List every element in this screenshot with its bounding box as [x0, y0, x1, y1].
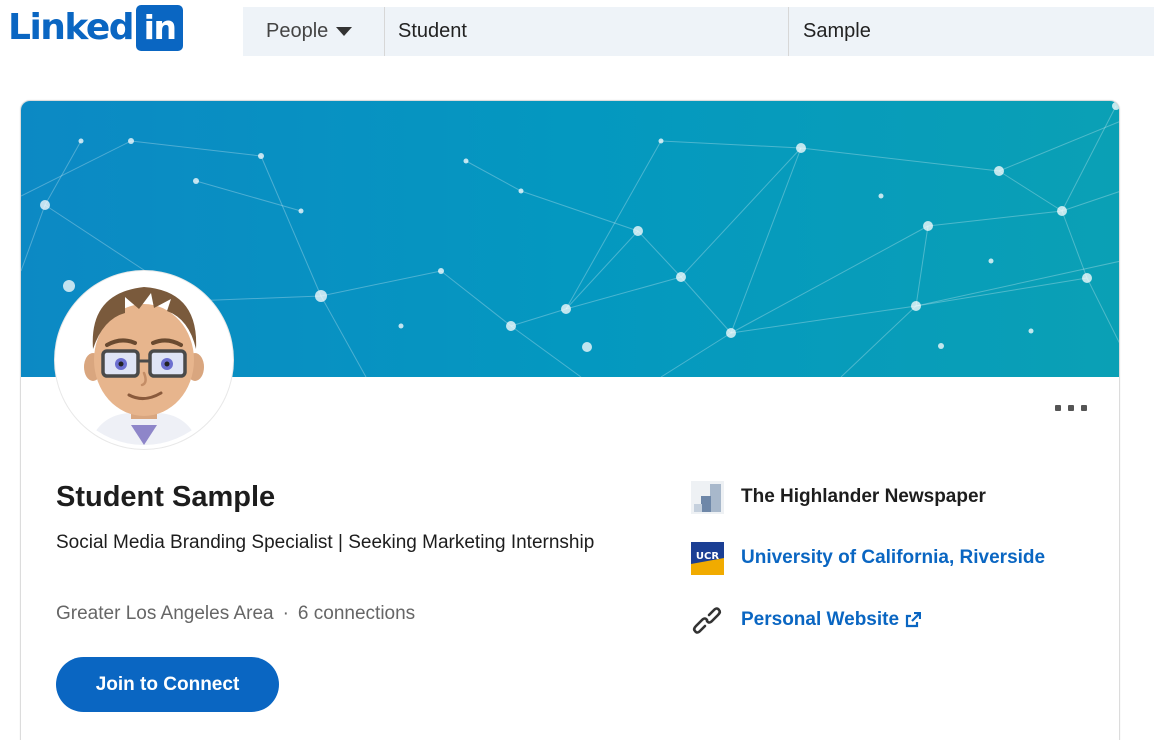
separator-dot: · — [282, 603, 289, 624]
profile-card: Student Sample Social Media Branding Spe… — [20, 100, 1120, 740]
ellipsis-icon — [1055, 405, 1061, 411]
logo-in-box: in — [136, 5, 184, 51]
profile-location: Greater Los Angeles Area — [56, 603, 274, 624]
ucr-logo-text: UCR — [696, 551, 719, 562]
personal-website-link[interactable]: Personal Website — [741, 609, 922, 631]
search-filter-label: People — [266, 20, 329, 42]
ellipsis-icon — [1081, 405, 1087, 411]
link-icon — [692, 606, 722, 634]
connections-count: 6 connections — [297, 603, 416, 624]
personal-website[interactable]: Personal Website — [691, 602, 922, 638]
profile-avatar[interactable] — [55, 271, 233, 449]
education-school[interactable]: UCR University of California, Riverside — [691, 540, 1045, 576]
last-name-input[interactable] — [789, 7, 1154, 56]
more-actions-button[interactable] — [1051, 397, 1091, 419]
school-link[interactable]: University of California, Riverside — [741, 547, 1045, 569]
ucr-logo-icon: UCR — [691, 541, 724, 575]
ellipsis-icon — [1068, 405, 1074, 411]
linkedin-logo[interactable]: Linked in — [8, 3, 184, 53]
logo-wordmark: Linked — [8, 7, 135, 48]
profile-name: Student Sample — [56, 481, 276, 513]
people-search-bar: People — [243, 7, 1154, 56]
bitmoji-avatar-icon — [59, 275, 229, 445]
first-name-input[interactable] — [385, 7, 788, 56]
profile-headline: Social Media Branding Specialist | Seeki… — [56, 532, 595, 553]
current-company[interactable]: The Highlander Newspaper — [691, 479, 986, 515]
search-filter-dropdown[interactable]: People — [243, 7, 384, 56]
profile-location-line: Greater Los Angeles Area · 6 connections — [56, 603, 415, 625]
join-to-connect-button[interactable]: Join to Connect — [56, 657, 279, 712]
caret-down-icon — [336, 27, 353, 36]
company-logo-icon — [691, 480, 724, 514]
external-link-icon — [905, 611, 922, 628]
personal-website-label: Personal Website — [741, 609, 900, 630]
company-name: The Highlander Newspaper — [741, 486, 986, 507]
